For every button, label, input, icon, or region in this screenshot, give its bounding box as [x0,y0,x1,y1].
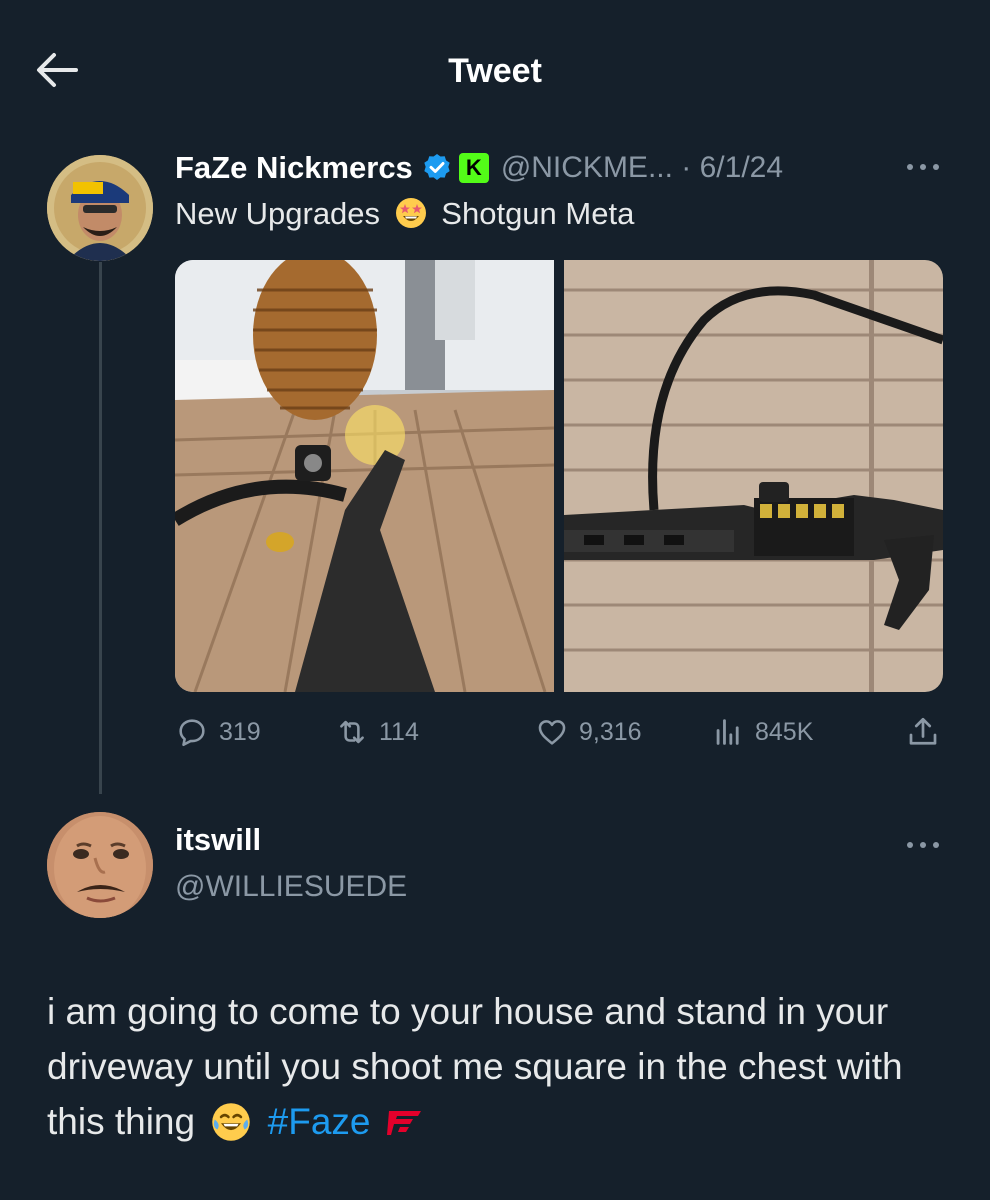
hashtag-link[interactable]: #Faze [268,1101,371,1142]
reply-icon [179,719,205,747]
page-title: Tweet [448,52,542,90]
reply-body: i am going to come to your house and sta… [47,991,903,1142]
laughing-emoji-icon [212,1103,251,1141]
more-icon[interactable] [902,152,944,182]
author-avatar[interactable] [47,155,153,261]
views-count: 845K [755,717,814,746]
author-name-row: FaZe Nickmercs K @NICKME... · 6/1/24 [175,146,783,190]
like-icon [538,720,566,745]
reply-author-display-name[interactable]: itswill [175,822,261,858]
tweet-text: New Upgrades Shotgun Meta [175,196,635,231]
media-image-2[interactable] [564,260,943,692]
media-image-1[interactable] [175,260,554,692]
thread-connector-line [99,262,102,794]
reply-count: 319 [219,717,261,746]
retweet-icon [340,720,364,744]
retweet-button[interactable]: 114 [335,712,419,752]
kick-badge-icon: K [458,153,489,183]
tweet-media-gallery [175,260,943,692]
reply-button[interactable]: 319 [175,712,261,752]
views-icon [716,719,739,745]
verified-badge-icon [424,154,450,180]
retweet-count: 114 [379,717,419,746]
like-button[interactable]: 9,316 [535,712,642,752]
views-button[interactable]: 845K [711,712,813,752]
reply-author-avatar[interactable] [47,812,153,918]
more-icon[interactable] [902,830,944,860]
reply-author-handle: @WILLIESUEDE [175,870,408,903]
share-button[interactable] [905,712,941,752]
star-struck-emoji-icon [395,198,426,228]
faze-logo-icon [386,1111,421,1135]
tweet-actions-bar: 319 114 9,316 845K [175,712,945,752]
author-handle: @NICKME... · 6/1/24 [500,151,784,184]
like-count: 9,316 [579,717,642,746]
share-icon [909,717,937,745]
reply-tweet-text: i am going to come to your house and sta… [47,984,947,1149]
top-bar: Tweet [0,0,990,140]
author-display-name[interactable]: FaZe Nickmercs [175,150,413,186]
tweet-date: · 6/1/24 [681,151,784,184]
